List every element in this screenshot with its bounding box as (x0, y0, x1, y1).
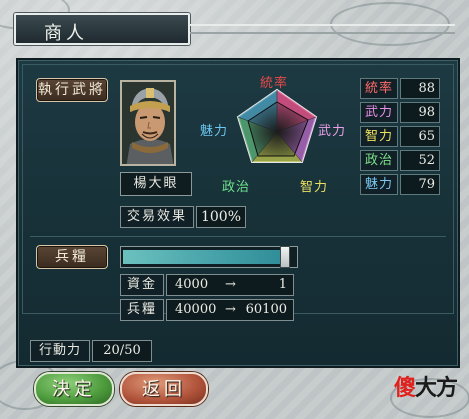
funds-change: 4000 → 1 (166, 274, 294, 296)
stat-name: 統率 (360, 78, 398, 99)
funds-to: 1 (278, 277, 287, 292)
funds-from: 4000 (175, 277, 209, 292)
back-button[interactable]: 返回 (120, 372, 208, 406)
radar-label-charm: 魅力 (200, 124, 229, 139)
general-portrait (120, 80, 176, 166)
stat-row: 魅力 79 (360, 174, 444, 196)
arrow-icon: → (225, 277, 236, 292)
action-points-value: 20/50 (92, 340, 152, 362)
slider-handle[interactable] (280, 246, 290, 268)
stat-value: 65 (400, 126, 440, 147)
confirm-button[interactable]: 決定 (34, 372, 114, 406)
stat-name: 魅力 (360, 174, 398, 195)
watermark-part2: 大方 (414, 376, 458, 401)
title-rule (190, 24, 455, 34)
section-divider (30, 236, 446, 237)
stat-value: 88 (400, 78, 440, 99)
trade-amount-slider[interactable] (120, 246, 298, 268)
goods-type-tag[interactable]: 兵糧 (36, 245, 108, 269)
window-title-bar: 商人 (14, 13, 190, 45)
provisions-from: 40000 (175, 302, 217, 317)
stat-row: 政治 52 (360, 150, 444, 172)
radar-label-politics: 政治 (222, 180, 251, 195)
stat-value: 98 (400, 102, 440, 123)
stat-name: 智力 (360, 126, 398, 147)
stat-row: 統率 88 (360, 78, 444, 100)
watermark-part1: 傻 (393, 376, 416, 401)
watermark-logo: 傻大方 (393, 370, 458, 402)
trade-effect-value: 100% (196, 206, 246, 228)
stat-name: 武力 (360, 102, 398, 123)
stat-radar: 統率 魅力 武力 政治 智力 (196, 72, 358, 196)
action-points-label: 行動力 (30, 340, 90, 362)
provisions-label: 兵糧 (120, 299, 164, 321)
stat-row: 武力 98 (360, 102, 444, 124)
stat-name: 政治 (360, 150, 398, 171)
slider-fill (123, 250, 284, 264)
radar-label-intellect: 智力 (300, 180, 329, 195)
executing-general-tag[interactable]: 執行武將 (36, 78, 108, 102)
radar-label-leadership: 統率 (260, 76, 289, 91)
general-name: 楊大眼 (120, 172, 192, 196)
portrait-image (122, 82, 174, 164)
window-title: 商人 (44, 23, 88, 44)
stat-row: 智力 65 (360, 126, 444, 148)
stat-value: 79 (400, 174, 440, 195)
provisions-to: 60100 (245, 302, 287, 317)
funds-label: 資金 (120, 274, 164, 296)
provisions-change: 40000 → 60100 (166, 299, 294, 321)
stats-table: 統率 88 武力 98 智力 65 政治 52 魅力 79 (360, 78, 444, 198)
arrow-icon: → (225, 302, 236, 317)
trade-effect-label: 交易效果 (120, 206, 194, 228)
stat-value: 52 (400, 150, 440, 171)
radar-label-war: 武力 (318, 124, 347, 139)
